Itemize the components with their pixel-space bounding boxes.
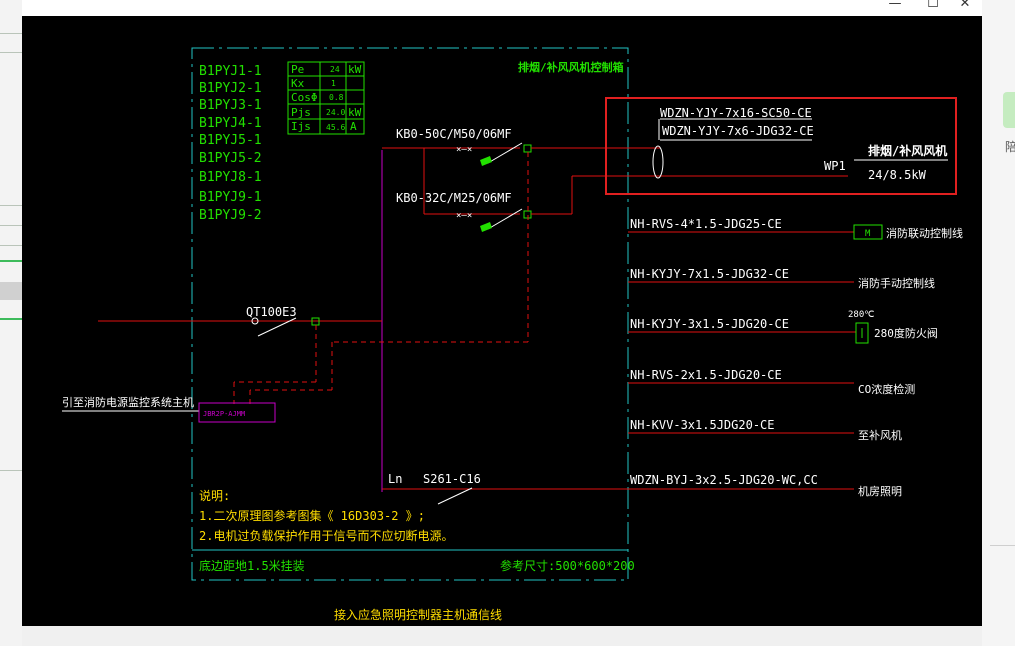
left-panel-accent	[0, 260, 22, 262]
param-unit: kW	[348, 106, 362, 119]
ln-label: Ln	[388, 472, 402, 486]
circuit-id: B1PYJ1-1	[199, 64, 262, 79]
monitor-module-label: JBR2P-AJMM	[203, 410, 245, 418]
fire-monitor-label: 引至消防电源监控系统主机	[62, 395, 194, 409]
param-unit: kW	[348, 63, 362, 76]
param-value: 1	[331, 79, 336, 88]
notes-title: 说明:	[199, 488, 230, 503]
right-panel-divider	[990, 545, 1015, 546]
left-panel-divider	[0, 470, 22, 471]
param-name: Kx	[291, 77, 305, 90]
breaker-2-label: KB0-32C/M25/06MF	[396, 191, 512, 205]
maximize-button[interactable]: ☐	[918, 0, 948, 14]
circuit-cable: NH-KVV-3x1.5JDG20-CE	[630, 418, 775, 432]
left-panel-divider	[0, 33, 22, 34]
circuit-id: B1PYJ5-2	[199, 151, 262, 166]
close-button[interactable]: ✕	[950, 0, 980, 14]
cable-1-spec: WDZN-YJY-7x16-SC50-CE	[660, 106, 812, 120]
side-panel-label: 陪	[1005, 140, 1015, 154]
note-2: 2.电机过负载保护作用于信号而不应切断电源。	[199, 528, 453, 543]
param-value: 0.8	[329, 93, 344, 102]
circuit-id: B1PYJ9-1	[199, 190, 262, 205]
svg-text:×—×: ×—×	[456, 145, 472, 155]
circuit-id-list: B1PYJ1-1 B1PYJ2-1 B1PYJ3-1 B1PYJ4-1 B1PY…	[199, 64, 262, 223]
circuit-id: B1PYJ4-1	[199, 116, 262, 131]
notes-block: 说明: 1.二次原理图参考图集《 16D303-2 》; 2.电机过负载保护作用…	[199, 488, 453, 543]
output-circuits: NH-RVS-4*1.5-JDG25-CE M 消防联动控制线 NH-KYJY-…	[628, 217, 963, 498]
param-value: 24.0	[326, 108, 345, 117]
wp1-label: WP1	[824, 159, 846, 173]
circuit-id: B1PYJ8-1	[199, 170, 262, 185]
fan-label: 排烟/补风风机	[868, 143, 947, 158]
size-note: 参考尺寸:500*600*200	[500, 558, 635, 573]
mount-note: 底边距地1.5米挂装	[199, 558, 305, 573]
param-unit: A	[350, 120, 357, 133]
window-titlebar: — ☐ ✕	[22, 0, 982, 16]
circuit-cable: NH-KYJY-7x1.5-JDG32-CE	[630, 267, 789, 281]
circuit-destination: CO浓度检测	[858, 382, 915, 396]
parameter-table: Pe Kx CosΦ Pjs Ijs 24 1 0.8 24.0 45.6 kW…	[287, 61, 365, 135]
circuit-id: B1PYJ5-1	[199, 133, 262, 148]
param-name: Ijs	[291, 120, 311, 133]
circuit-destination: 至补风机	[858, 428, 902, 442]
breaker-3-symbol	[437, 487, 473, 505]
cad-canvas[interactable]: B1PYJ1-1 B1PYJ2-1 B1PYJ3-1 B1PYJ4-1 B1PY…	[22, 16, 982, 626]
param-name: CosΦ	[291, 91, 318, 104]
svg-text:×—×: ×—×	[456, 211, 472, 221]
param-value: 45.6	[326, 123, 345, 132]
circuit-destination: 机房照明	[858, 484, 902, 498]
circuit-cable: NH-KYJY-3x1.5-JDG20-CE	[630, 317, 789, 331]
panel-title: 排烟/补风风机控制箱	[518, 60, 624, 74]
cable-2-spec: WDZN-YJY-7x6-JDG32-CE	[662, 124, 814, 138]
breaker-1-label: KB0-50C/M50/06MF	[396, 127, 512, 141]
feeder-cable-group: WDZN-YJY-7x16-SC50-CE WDZN-YJY-7x6-JDG32…	[652, 106, 948, 182]
bottom-scroll-area[interactable]	[22, 626, 982, 646]
breaker-3-label: S261-C16	[423, 472, 481, 486]
left-panel-accent	[0, 318, 22, 320]
circuit-id: B1PYJ2-1	[199, 81, 262, 96]
left-panel-divider	[0, 245, 22, 246]
left-panel-divider	[0, 205, 22, 206]
breaker-2-symbol: ×—×	[456, 208, 532, 232]
left-background-panel	[0, 0, 22, 646]
circuit-destination: 消防手动控制线	[858, 276, 935, 290]
left-panel-divider	[0, 52, 22, 53]
m-box-label: M	[865, 229, 871, 239]
minimize-button[interactable]: —	[880, 0, 910, 14]
circuit-cable: NH-RVS-2x1.5-JDG20-CE	[630, 368, 782, 382]
circuit-cable: NH-RVS-4*1.5-JDG25-CE	[630, 217, 782, 231]
left-panel-row	[0, 282, 22, 300]
power-label: 24/8.5kW	[868, 168, 927, 182]
circuit-destination: 消防联动控制线	[886, 226, 963, 240]
side-panel-button[interactable]	[1003, 92, 1015, 128]
param-name: Pjs	[291, 106, 311, 119]
circuit-cable: WDZN-BYJ-3x2.5-JDG20-WC,CC	[630, 473, 818, 487]
breaker-1-symbol: ×—×	[456, 142, 532, 166]
param-name: Pe	[291, 63, 304, 76]
bottom-caption: 接入应急照明控制器主机通信线	[334, 607, 502, 622]
param-value: 24	[330, 65, 340, 74]
schematic-drawing: B1PYJ1-1 B1PYJ2-1 B1PYJ3-1 B1PYJ4-1 B1PY…	[62, 47, 963, 622]
note-1: 1.二次原理图参考图集《 16D303-2 》;	[199, 508, 425, 523]
circuit-id: B1PYJ9-2	[199, 208, 262, 223]
temp-label: 280℃	[848, 310, 874, 320]
circuit-destination: 280度防火阀	[874, 326, 938, 340]
left-panel-divider	[0, 225, 22, 226]
circuit-id: B1PYJ3-1	[199, 98, 262, 113]
main-switch-label: QT100E3	[246, 305, 297, 319]
